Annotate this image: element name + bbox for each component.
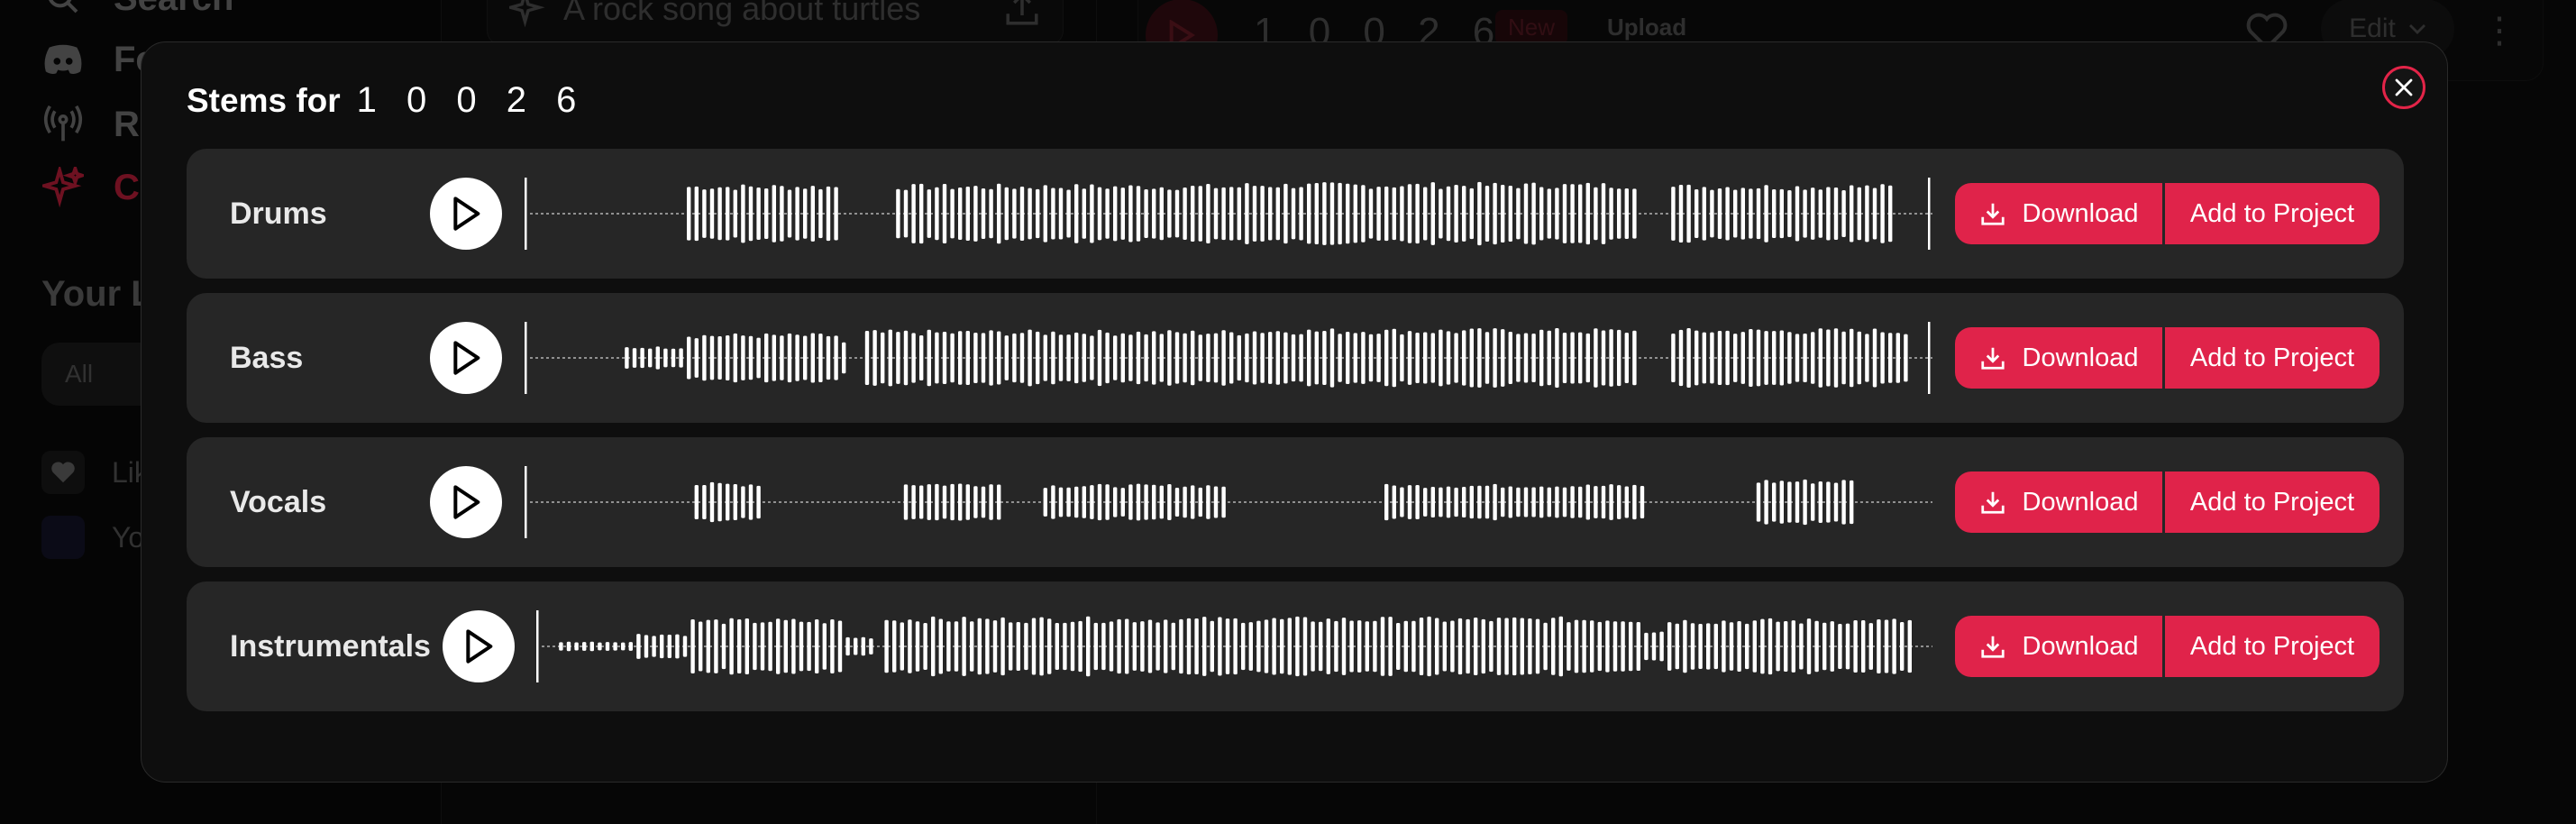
waveform[interactable] <box>525 160 1932 268</box>
download-label: Download <box>2022 487 2139 517</box>
download-label: Download <box>2022 198 2139 228</box>
download-icon <box>1980 636 2005 658</box>
download-button[interactable]: Download <box>1955 472 2162 533</box>
modal-song-title: 1 0 0 2 6 <box>356 80 587 120</box>
stem-row-instrumentals: Instrumentals Download Add to Project <box>187 581 2404 711</box>
stem-actions: Download Add to Project <box>1955 183 2380 244</box>
download-button[interactable]: Download <box>1955 327 2162 389</box>
download-button[interactable]: Download <box>1955 183 2162 244</box>
stem-actions: Download Add to Project <box>1955 327 2380 389</box>
play-icon <box>453 197 480 231</box>
stem-row-vocals: Vocals Download Add to Project <box>187 437 2404 567</box>
download-label: Download <box>2022 343 2139 372</box>
close-button[interactable] <box>2382 66 2425 109</box>
download-label: Download <box>2022 631 2139 661</box>
play-button[interactable] <box>430 322 502 394</box>
modal-title: Stems for 1 0 0 2 6 <box>187 80 586 121</box>
waveform[interactable] <box>525 304 1932 412</box>
stem-actions: Download Add to Project <box>1955 472 2380 533</box>
play-icon <box>466 629 493 664</box>
stem-actions: Download Add to Project <box>1955 616 2380 677</box>
download-icon <box>1980 491 2005 514</box>
add-to-project-button[interactable]: Add to Project <box>2165 616 2380 677</box>
play-icon <box>453 485 480 519</box>
play-icon <box>453 341 480 375</box>
stem-row-drums: Drums Download Add to Project <box>187 149 2404 279</box>
play-button[interactable] <box>430 178 502 250</box>
play-button[interactable] <box>430 466 502 538</box>
stems-modal: Stems for 1 0 0 2 6 Drums Download Add t… <box>141 41 2448 783</box>
add-to-project-button[interactable]: Add to Project <box>2165 472 2380 533</box>
download-button[interactable]: Download <box>1955 616 2162 677</box>
stem-name: Drums <box>230 196 327 231</box>
add-to-project-button[interactable]: Add to Project <box>2165 327 2380 389</box>
close-icon <box>2395 78 2413 96</box>
download-icon <box>1980 347 2005 370</box>
stem-name: Instrumentals <box>230 628 431 664</box>
play-button[interactable] <box>443 610 515 682</box>
waveform[interactable] <box>525 448 1932 556</box>
stem-row-bass: Bass Download Add to Project <box>187 293 2404 423</box>
stem-name: Vocals <box>230 484 327 519</box>
stem-name: Bass <box>230 340 304 375</box>
modal-title-label: Stems for <box>187 81 341 119</box>
waveform[interactable] <box>536 592 1932 700</box>
download-icon <box>1980 203 2005 225</box>
add-to-project-button[interactable]: Add to Project <box>2165 183 2380 244</box>
